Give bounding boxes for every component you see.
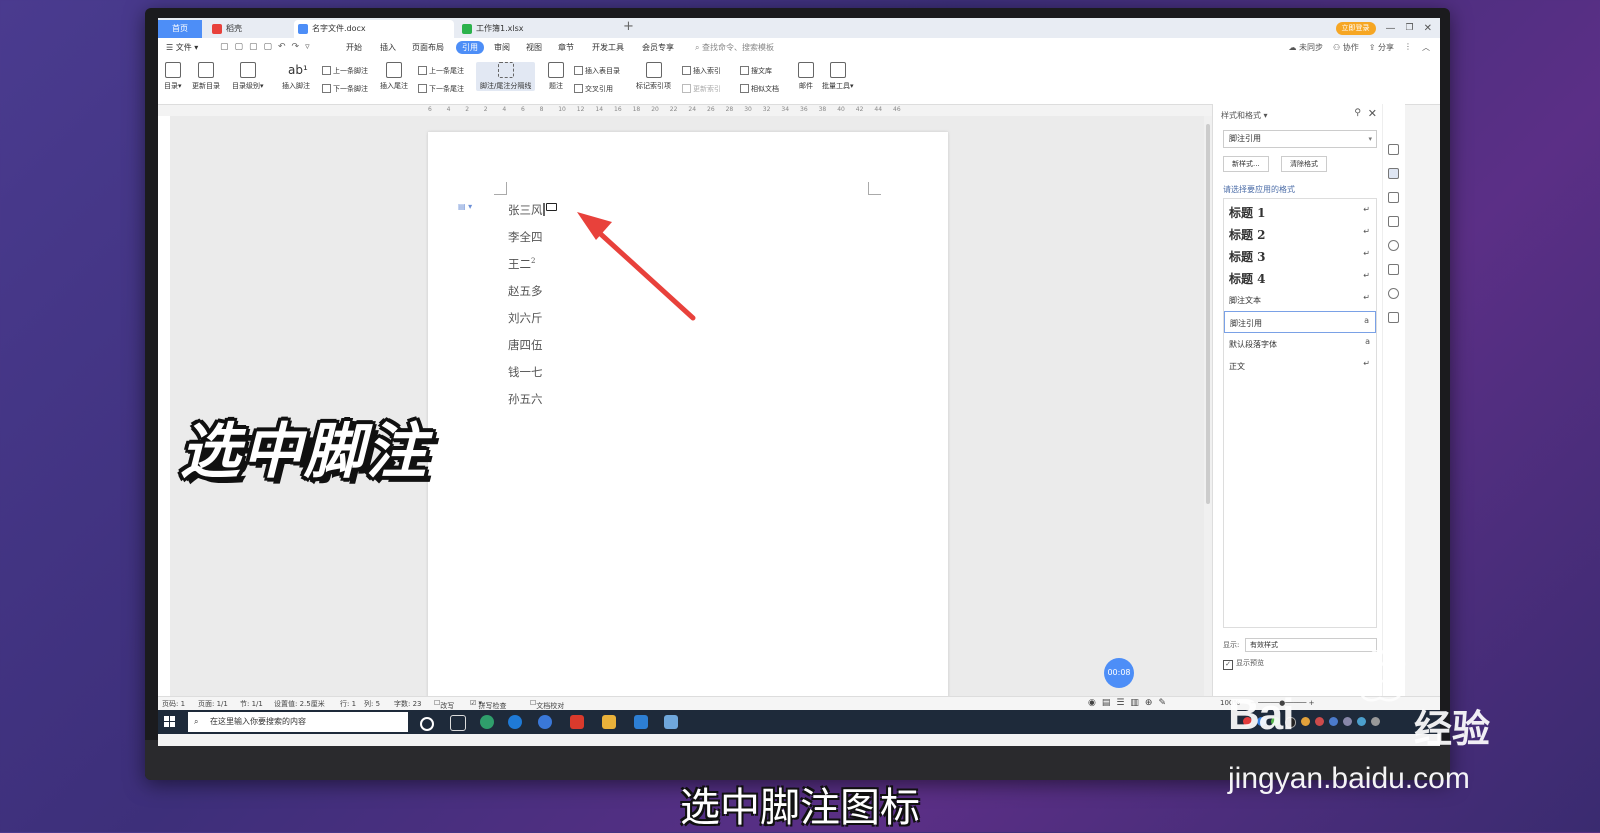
arrow-head bbox=[577, 212, 612, 240]
baidu-brand: Bai bbox=[1228, 690, 1294, 739]
arrow-shaft bbox=[591, 225, 696, 321]
jingyan-brand: 经验 bbox=[1414, 707, 1491, 751]
overlay-caption: 选中脚注 bbox=[180, 417, 428, 487]
baidu-watermark: Bai 经验 jingyan.baidu.com bbox=[1228, 690, 1490, 795]
baidu-paw-logo bbox=[1351, 650, 1406, 702]
video-subtitle: 选中脚注图标 bbox=[680, 785, 920, 831]
